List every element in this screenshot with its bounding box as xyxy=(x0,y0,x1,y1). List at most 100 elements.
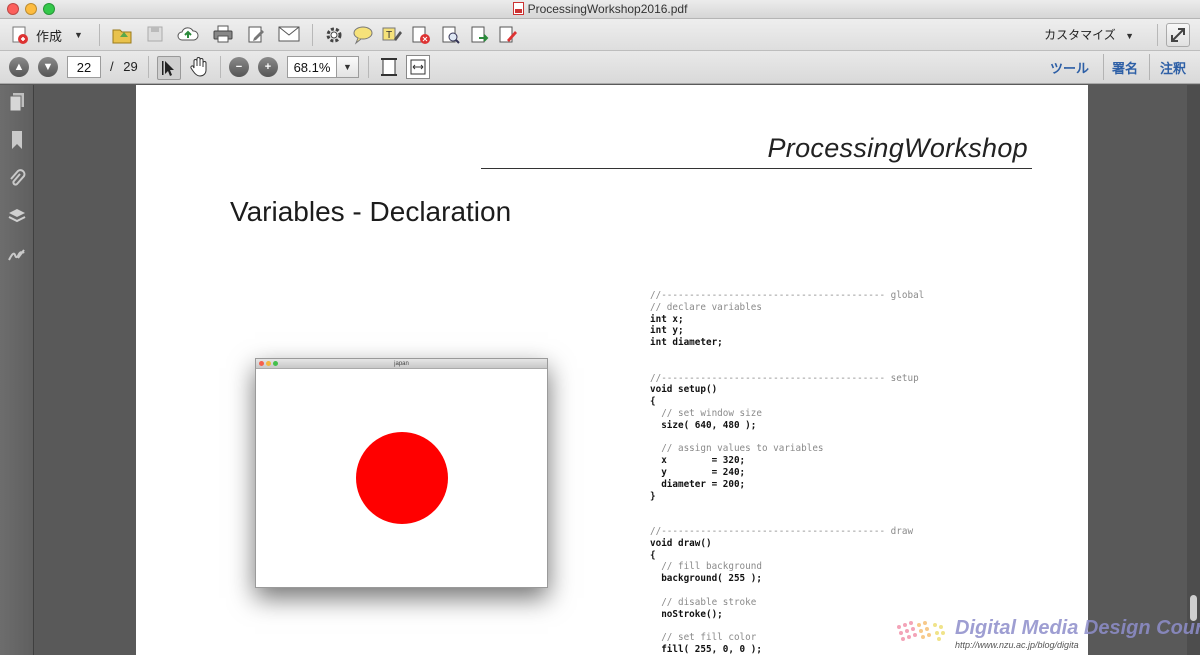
fit-width-icon xyxy=(410,59,426,75)
attachments-button[interactable] xyxy=(7,168,27,188)
arrow-up-icon: ▲ xyxy=(9,57,29,77)
chevron-down-icon: ▼ xyxy=(1125,31,1134,41)
code-line: x = 320; xyxy=(650,455,746,467)
customize-menu[interactable]: カスタマイズ ▼ xyxy=(1044,26,1134,43)
window-title: ProcessingWorkshop2016.pdf xyxy=(527,2,688,16)
export-arrow-icon xyxy=(471,26,489,43)
sign-tab[interactable]: 署名 xyxy=(1112,58,1138,77)
title-bar: ProcessingWorkshop2016.pdf xyxy=(0,0,1200,19)
zoom-out-button[interactable]: − xyxy=(229,57,249,77)
page-search-icon xyxy=(442,26,460,44)
code-line: // declare variables xyxy=(650,301,762,313)
sketch-canvas-graphic xyxy=(356,432,448,524)
delete-page-button[interactable] xyxy=(410,25,432,45)
toolbar-divider xyxy=(99,24,100,46)
page-count: / 29 xyxy=(110,59,138,74)
delete-page-icon xyxy=(412,26,430,44)
comment-tab[interactable]: 注釈 xyxy=(1160,58,1186,77)
cloud-upload-icon xyxy=(177,27,199,41)
zoom-in-button[interactable]: + xyxy=(258,57,278,77)
fit-width-button[interactable] xyxy=(406,55,430,79)
save-button[interactable] xyxy=(145,24,165,44)
toolbar-divider xyxy=(148,56,149,78)
watermark-url: http://www.nzu.ac.jp/blog/digita xyxy=(955,640,1079,650)
main-toolbar: 作成 ▼ T カスタマイズ ▼ xyxy=(0,19,1200,51)
code-line: } xyxy=(650,490,656,502)
svg-text:T: T xyxy=(386,30,392,41)
slide-title: Variables - Declaration xyxy=(230,196,512,227)
plus-icon: + xyxy=(258,57,278,77)
pdf-page: ProcessingWorkshop Variables - Declarati… xyxy=(136,85,1088,655)
code-line: noStroke(); xyxy=(650,608,723,620)
page-number-input[interactable] xyxy=(67,56,101,78)
signature-pen-icon xyxy=(499,26,517,43)
sketch-window-title: japan xyxy=(394,361,409,367)
signature-icon xyxy=(8,249,25,261)
code-line: // disable stroke xyxy=(650,596,757,608)
code-line: diameter = 200; xyxy=(650,478,746,490)
highlight-text-button[interactable]: T xyxy=(381,25,403,45)
customize-label: カスタマイズ xyxy=(1044,28,1116,42)
page-header-title: ProcessingWorkshop xyxy=(767,133,1028,163)
watermark-title: Digital Media Design Course xyxy=(955,617,1200,639)
code-line: background( 255 ); xyxy=(650,573,762,585)
next-page-button[interactable]: ▼ xyxy=(38,57,58,77)
navigation-pane xyxy=(0,85,34,655)
open-folder-icon xyxy=(112,29,132,44)
tab-divider xyxy=(1149,54,1150,80)
red-circle xyxy=(356,432,448,524)
create-button-label: 作成 xyxy=(36,28,63,44)
previous-page-button[interactable]: ▲ xyxy=(9,57,29,77)
tools-tab[interactable]: ツール xyxy=(1050,58,1089,77)
print-button[interactable] xyxy=(212,24,234,44)
highlight-text-icon: T xyxy=(382,27,402,41)
fit-page-button[interactable] xyxy=(378,56,400,78)
select-tool-button[interactable] xyxy=(157,56,181,80)
code-line: int diameter; xyxy=(650,337,723,349)
code-line: int y; xyxy=(650,325,684,337)
toolbar-divider xyxy=(220,56,221,78)
hand-tool-button[interactable] xyxy=(188,56,210,78)
code-line: int x; xyxy=(650,313,684,325)
bookmarks-button[interactable] xyxy=(7,130,27,150)
layers-icon xyxy=(8,209,26,223)
edit-document-button[interactable] xyxy=(246,24,266,44)
pdf-file-icon xyxy=(512,2,524,15)
comment-button[interactable] xyxy=(352,25,374,45)
export-button[interactable] xyxy=(469,25,491,45)
sketch-canvas xyxy=(256,369,547,587)
toolbar-divider xyxy=(368,56,369,78)
zoom-dropdown-button[interactable]: ▼ xyxy=(337,56,359,78)
fit-page-icon xyxy=(381,58,397,76)
window-title-wrap: ProcessingWorkshop2016.pdf xyxy=(0,2,1200,16)
code-line: fill( 255, 0, 0 ); xyxy=(650,643,762,655)
page-thumbnails-button[interactable] xyxy=(7,92,27,112)
zoom-level-input[interactable] xyxy=(287,56,337,78)
create-button[interactable]: 作成 ▼ xyxy=(10,24,83,46)
code-line: // fill background xyxy=(650,561,762,573)
minus-icon: − xyxy=(229,57,249,77)
chevron-down-icon: ▼ xyxy=(343,62,352,72)
open-button[interactable] xyxy=(111,24,133,46)
envelope-icon xyxy=(278,26,300,42)
save-icon xyxy=(147,26,163,42)
sign-document-button[interactable] xyxy=(497,25,519,45)
fullscreen-button[interactable] xyxy=(1166,23,1190,47)
upload-cloud-button[interactable] xyxy=(177,24,199,44)
vertical-scrollbar[interactable] xyxy=(1187,85,1200,655)
email-button[interactable] xyxy=(278,26,300,42)
hand-icon xyxy=(190,57,207,77)
code-line: void draw() xyxy=(650,537,712,549)
pages-icon xyxy=(9,93,24,112)
toolbar-divider xyxy=(1157,24,1158,46)
settings-button[interactable] xyxy=(324,25,344,45)
find-page-button[interactable] xyxy=(440,25,462,45)
signatures-button[interactable] xyxy=(7,244,27,264)
layers-button[interactable] xyxy=(7,206,27,226)
printer-icon xyxy=(213,25,233,43)
bookmark-icon xyxy=(12,131,22,149)
